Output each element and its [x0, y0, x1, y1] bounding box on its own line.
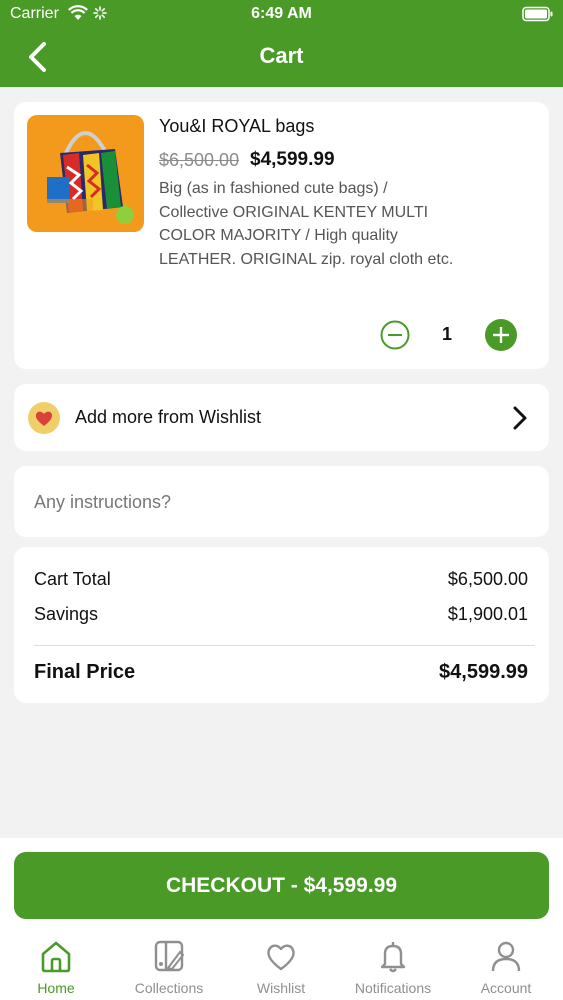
collections-icon: [154, 940, 185, 972]
final-price-label: Final Price: [34, 661, 136, 683]
cart-item-card: You&I ROYAL bags $6,500.00 $4,599.99 Big…: [14, 102, 549, 369]
page-title: Cart: [259, 43, 304, 68]
product-image[interactable]: [27, 115, 144, 232]
tab-notifications[interactable]: Notifications: [337, 938, 449, 1000]
tab-collections[interactable]: Collections: [113, 938, 225, 1000]
instructions-input[interactable]: [34, 488, 524, 516]
bell-icon: [380, 942, 406, 973]
cart-total-label: Cart Total: [34, 569, 111, 589]
tab-wishlist-label: Wishlist: [256, 980, 306, 996]
tab-home-label: Home: [37, 980, 75, 996]
instructions-card: [14, 466, 549, 537]
user-icon: [491, 941, 521, 972]
wishlist-label: Add more from Wishlist: [75, 407, 262, 427]
battery-icon: [522, 6, 553, 22]
tab-account-label: Account: [480, 980, 532, 996]
tab-collections-label: Collections: [134, 980, 204, 996]
tab-wishlist[interactable]: Wishlist: [225, 938, 337, 1000]
product-description: Big (as in fashioned cute bags) / Collec…: [159, 180, 454, 268]
decrease-quantity-button[interactable]: [380, 320, 410, 350]
bottom-panel: CHECKOUT - $4,599.99 Home Collections Wi…: [0, 838, 563, 1000]
app-header: Carrier 6:49 AM Cart: [0, 0, 563, 87]
tab-account[interactable]: Account: [450, 938, 562, 1000]
order-summary: Cart Total $6,500.00 Savings $1,900.01 F…: [14, 547, 549, 703]
clock-time: 6:49 AM: [251, 5, 312, 22]
summary-divider: [34, 645, 535, 646]
chevron-right-icon: [513, 406, 527, 430]
tab-home[interactable]: Home: [0, 938, 112, 1000]
tab-notifications-label: Notifications: [354, 980, 432, 996]
quantity-value: 1: [441, 324, 452, 344]
final-price-value: $4,599.99: [439, 661, 528, 683]
savings-label: Savings: [34, 604, 99, 624]
cart-total-value: $6,500.00: [447, 569, 528, 589]
add-from-wishlist-row[interactable]: Add more from Wishlist: [14, 384, 549, 451]
sale-price: $4,599.99: [250, 149, 335, 170]
heart-icon: [267, 944, 295, 971]
status-bar: Carrier 6:49 AM: [0, 0, 563, 30]
savings-value: $1,900.01: [447, 604, 528, 624]
original-price: $6,500.00: [159, 150, 240, 170]
increase-quantity-button[interactable]: [485, 319, 517, 351]
wishlist-heart-icon: [28, 402, 60, 434]
product-name[interactable]: You&I ROYAL bags: [159, 116, 314, 137]
checkout-button[interactable]: CHECKOUT - $4,599.99: [14, 852, 549, 919]
home-icon: [41, 941, 71, 973]
